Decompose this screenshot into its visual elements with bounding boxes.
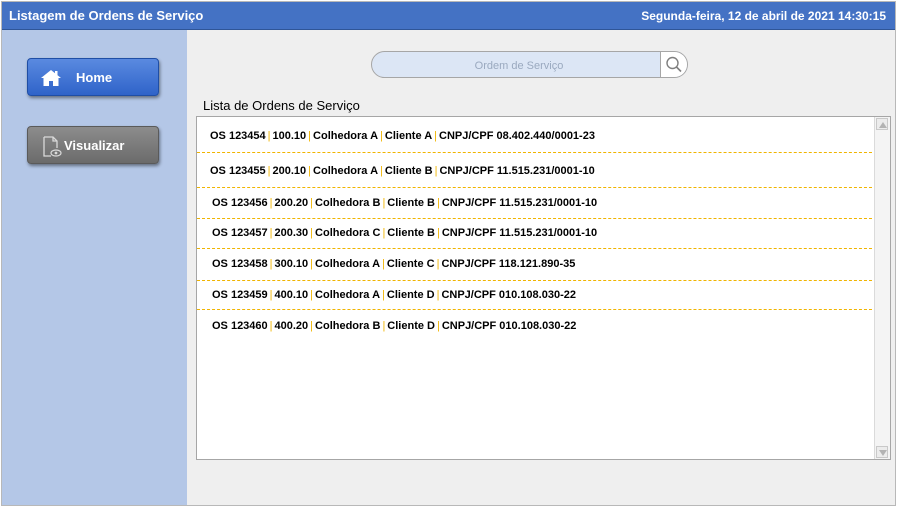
row-divider <box>197 280 877 281</box>
os-code: 400.20 <box>274 320 309 332</box>
view-button-label: Visualizar <box>64 138 125 153</box>
client: Cliente B <box>387 227 435 239</box>
list-item[interactable]: OS 123458 | 300.10 | Colhedora A | Cliente C | C… <box>197 258 877 270</box>
sidebar: Home Visualizar <box>2 30 187 505</box>
client-document: CNPJ/CPF 11.515.231/0001-10 <box>441 197 598 209</box>
search-box <box>371 51 688 78</box>
row-divider <box>197 309 877 310</box>
view-button[interactable]: Visualizar <box>27 126 159 164</box>
client: Cliente A <box>384 130 433 142</box>
list-item[interactable]: OS 123454 | 100.10 | Colhedora A | Cliente A | C… <box>197 130 877 142</box>
client-document: CNPJ/CPF 11.515.231/0001-10 <box>439 165 595 177</box>
harvester: Colhedora A <box>315 258 381 270</box>
list-title: Lista de Ordens de Serviço <box>203 98 360 113</box>
client: Cliente C <box>386 258 435 270</box>
os-code: 300.10 <box>274 258 309 270</box>
window-title: Listagem de Ordens de Serviço <box>9 8 204 23</box>
current-datetime: Segunda-feira, 12 de abril de 2021 14:30… <box>641 9 886 23</box>
list-item[interactable]: OS 123456 | 200.20 | Colhedora B | Cliente B | C… <box>197 197 877 209</box>
row-divider <box>197 218 877 219</box>
client: Cliente D <box>386 289 435 301</box>
os-number: OS 123458 <box>212 258 268 270</box>
client-document: CNPJ/CPF 08.402.440/0001-23 <box>439 130 595 142</box>
search-button[interactable] <box>660 52 687 77</box>
os-code: 400.10 <box>274 289 309 301</box>
harvester: Colhedora B <box>315 197 381 209</box>
search-input[interactable] <box>372 52 666 77</box>
home-icon <box>40 68 62 88</box>
scroll-down-button[interactable] <box>876 446 888 458</box>
harvester: Colhedora B <box>315 320 381 332</box>
title-bar: Listagem de Ordens de Serviço Segunda-fe… <box>2 2 895 30</box>
os-code: 200.10 <box>272 165 307 177</box>
client: Cliente B <box>384 165 433 177</box>
harvester: Colhedora C <box>315 227 381 239</box>
client-document: CNPJ/CPF 118.121.890-35 <box>441 258 576 270</box>
os-code: 200.30 <box>274 227 309 239</box>
client: Cliente D <box>387 320 435 332</box>
list-scrollbar[interactable] <box>874 117 890 459</box>
client-document: CNPJ/CPF 010.108.030-22 <box>441 320 577 332</box>
triangle-down-icon <box>879 450 887 456</box>
triangle-up-icon <box>879 122 887 128</box>
client-document: CNPJ/CPF 010.108.030-22 <box>441 289 576 301</box>
harvester: Colhedora A <box>313 165 379 177</box>
service-order-list: OS 123454 | 100.10 | Colhedora A | Cliente A | C… <box>196 116 891 460</box>
list-item[interactable]: OS 123455 | 200.10 | Colhedora A | Cliente B | C… <box>197 165 877 177</box>
os-number: OS 123456 <box>212 197 268 209</box>
row-divider <box>197 152 877 153</box>
document-view-icon <box>40 136 62 157</box>
os-code: 200.20 <box>274 197 309 209</box>
search-icon <box>666 56 682 73</box>
os-number: OS 123455 <box>210 165 266 177</box>
os-number: OS 123454 <box>210 130 266 142</box>
app-window: Listagem de Ordens de Serviço Segunda-fe… <box>1 1 896 506</box>
os-number: OS 123457 <box>212 227 268 239</box>
os-number: OS 123460 <box>212 320 268 332</box>
row-divider <box>197 187 877 188</box>
harvester: Colhedora A <box>315 289 381 301</box>
row-divider <box>197 248 877 249</box>
list-item[interactable]: OS 123457 | 200.30 | Colhedora C | Cliente B | C… <box>197 227 877 239</box>
client-document: CNPJ/CPF 11.515.231/0001-10 <box>441 227 598 239</box>
client: Cliente B <box>387 197 435 209</box>
list-item[interactable]: OS 123460 | 400.20 | Colhedora B | Cliente D | C… <box>197 320 877 332</box>
list-item[interactable]: OS 123459 | 400.10 | Colhedora A | Cliente D | C… <box>197 289 877 301</box>
home-button[interactable]: Home <box>27 58 159 96</box>
os-number: OS 123459 <box>212 289 268 301</box>
harvester: Colhedora A <box>313 130 379 142</box>
scroll-up-button[interactable] <box>876 118 888 130</box>
os-code: 100.10 <box>272 130 307 142</box>
home-button-label: Home <box>76 70 113 85</box>
